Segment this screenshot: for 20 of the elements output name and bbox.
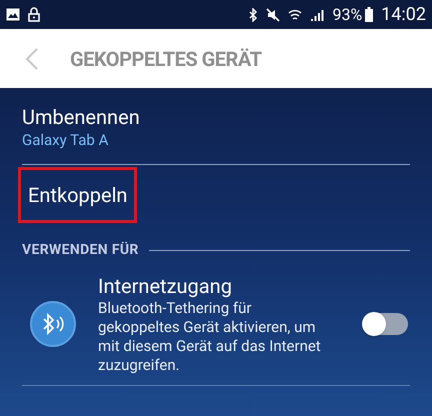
- clock: 14:02: [381, 3, 426, 27]
- mute-icon: [266, 8, 280, 22]
- item-title: Umbenennen: [22, 104, 141, 130]
- battery-icon: [365, 7, 374, 22]
- wifi-icon: [288, 8, 302, 22]
- rename-item[interactable]: Umbenennen Galaxy Tab A: [22, 88, 410, 165]
- device-name: Galaxy Tab A: [22, 130, 110, 150]
- signal-icon: [310, 8, 324, 22]
- lock-icon: [28, 7, 40, 22]
- internet-access-item[interactable]: Internetzugang Bluetooth-Tethering für gekoppeltes Gerät aktivieren, um mit diesem Gerät auf das Internet zuzugreifen.: [22, 261, 410, 386]
- image-icon: [6, 8, 20, 21]
- bluetooth-icon: [248, 8, 258, 22]
- section-header: VERWENDEN FÜR: [22, 240, 139, 260]
- screen-title: GEKOPPELTES GERÄT: [70, 46, 262, 72]
- toggle-switch[interactable]: [363, 313, 408, 335]
- bluetooth-audio-icon: [30, 301, 76, 347]
- unpair-item[interactable]: Entkoppeln: [18, 167, 138, 223]
- item-description: Bluetooth-Tethering für gekoppeltes Gerät aktivieren, um mit diesem Gerät auf das Internet zuzugreifen.: [98, 299, 322, 375]
- item-title: Internetzugang: [98, 273, 233, 299]
- battery-percent: 93%: [332, 4, 362, 26]
